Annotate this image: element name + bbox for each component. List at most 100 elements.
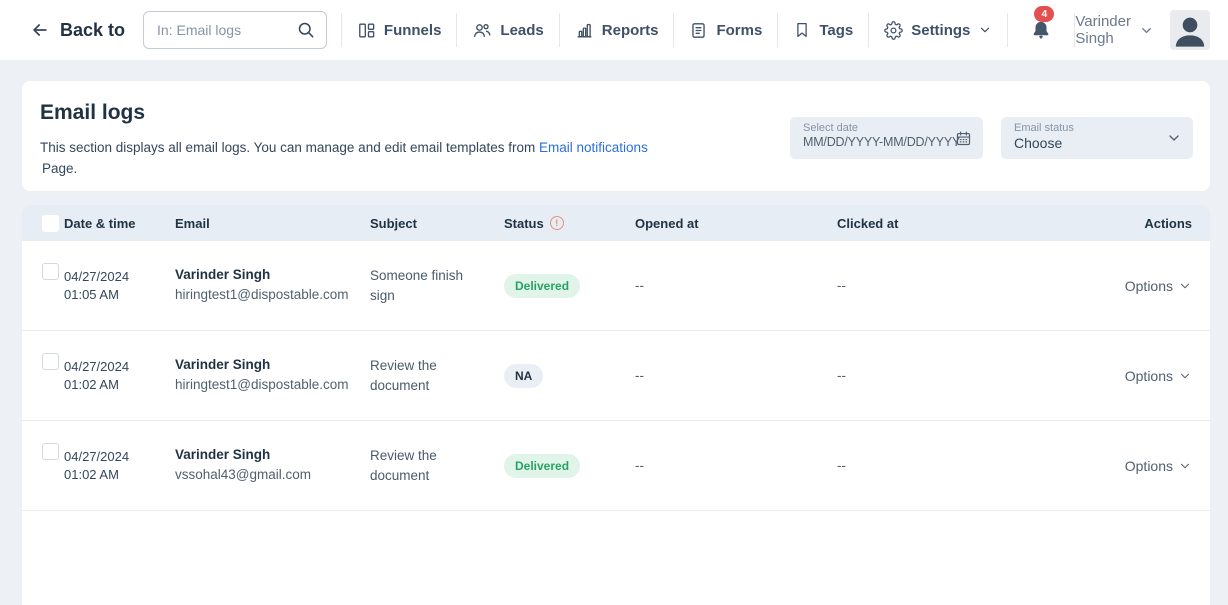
user-menu[interactable]: Varinder Singh [1075, 13, 1154, 47]
options-button[interactable]: Options [1112, 368, 1192, 384]
options-label: Options [1125, 278, 1173, 294]
status-badge: Delivered [504, 274, 580, 298]
sender-email: vssohal43@gmail.com [175, 467, 311, 482]
tags-icon [793, 21, 811, 39]
options-button[interactable]: Options [1112, 278, 1192, 294]
date-value: 04/27/2024 [64, 269, 129, 284]
table-row: 04/27/2024 01:02 AM Varinder Singh vssohal… [22, 421, 1210, 511]
arrow-left-icon [30, 20, 50, 40]
table-header-row: Date & time Email Subject Status! Opened… [22, 205, 1210, 241]
sender-name: Varinder Singh [175, 267, 370, 282]
row-checkbox[interactable] [42, 263, 59, 280]
column-header-opened: Opened at [635, 216, 837, 231]
nav-label: Tags [819, 22, 853, 39]
user-name: Varinder Singh [1075, 13, 1131, 47]
sender-name: Varinder Singh [175, 357, 370, 372]
row-checkbox[interactable] [42, 443, 59, 460]
cell-date-time: 04/27/2024 01:02 AM [64, 448, 136, 484]
status-badge: Delivered [504, 454, 580, 478]
time-value: 01:05 AM [64, 287, 119, 302]
search-icon[interactable] [296, 20, 316, 40]
date-value: 04/27/2024 [64, 449, 129, 464]
chevron-down-icon [1139, 23, 1154, 38]
cell-subject: Review the document [370, 356, 466, 396]
avatar[interactable] [1170, 10, 1210, 50]
forms-icon [689, 21, 708, 40]
email-logs-header-panel: Email logs This section displays all ema… [22, 81, 1210, 191]
notification-count-badge: 4 [1034, 6, 1054, 22]
email-logs-table: Date & time Email Subject Status! Opened… [22, 205, 1210, 605]
email-status-filter[interactable]: Email status Choose [1001, 117, 1193, 159]
nav-label: Settings [911, 22, 970, 39]
select-all-checkbox[interactable] [42, 215, 59, 232]
column-header-subject: Subject [370, 216, 504, 231]
cell-status: NA [504, 364, 635, 388]
info-icon[interactable]: ! [550, 216, 564, 230]
notifications-button[interactable]: 4 [1008, 18, 1074, 42]
time-value: 01:02 AM [64, 467, 119, 482]
table-row: 04/27/2024 01:02 AM Varinder Singh hiringt… [22, 331, 1210, 421]
cell-subject: Review the document [370, 446, 466, 486]
cell-email: Varinder Singh vssohal43@gmail.com [175, 447, 370, 484]
nav-label: Forms [716, 22, 762, 39]
date-filter-value: MM/DD/YYYY-MM/DD/YYYY [803, 135, 971, 149]
status-filter-value: Choose [1014, 135, 1181, 151]
nav-label: Leads [500, 22, 543, 39]
cell-status: Delivered [504, 454, 635, 478]
nav-item-tags[interactable]: Tags [778, 21, 868, 39]
funnels-icon [357, 21, 376, 40]
options-label: Options [1125, 368, 1173, 384]
settings-gear-icon [884, 21, 903, 40]
options-button[interactable]: Options [1112, 458, 1192, 474]
nav-item-funnels[interactable]: Funnels [342, 21, 457, 40]
options-label: Options [1125, 458, 1173, 474]
column-header-email: Email [175, 216, 370, 231]
chevron-down-icon [1166, 130, 1182, 146]
page-description: This section displays all email logs. Yo… [40, 137, 680, 179]
back-button[interactable]: Back to [30, 20, 125, 41]
chevron-down-icon [1178, 279, 1192, 293]
cell-opened-at: -- [635, 368, 837, 383]
cell-date-time: 04/27/2024 01:02 AM [64, 358, 136, 394]
nav-item-reports[interactable]: Reports [560, 21, 674, 40]
leads-icon [472, 20, 492, 40]
calendar-icon [955, 130, 972, 147]
chevron-down-icon [978, 23, 992, 37]
column-header-actions: Actions [1112, 216, 1192, 231]
nav-item-settings[interactable]: Settings [869, 21, 1007, 40]
cell-date-time: 04/27/2024 01:05 AM [64, 268, 136, 304]
main-nav: Funnels Leads Reports Forms [341, 0, 1076, 60]
description-text: Page. [40, 158, 680, 179]
cell-clicked-at: -- [837, 458, 1112, 473]
nav-item-leads[interactable]: Leads [457, 20, 558, 40]
status-header-label: Status [504, 216, 544, 231]
column-header-clicked: Clicked at [837, 216, 1112, 231]
back-label: Back to [60, 20, 125, 41]
sender-email: hiringtest1@dispostable.com [175, 377, 349, 392]
date-value: 04/27/2024 [64, 359, 129, 374]
time-value: 01:02 AM [64, 377, 119, 392]
nav-label: Funnels [384, 22, 442, 39]
cell-opened-at: -- [635, 278, 837, 293]
date-range-filter[interactable]: Select date MM/DD/YYYY-MM/DD/YYYY [790, 117, 983, 159]
cell-opened-at: -- [635, 458, 837, 473]
status-badge: NA [504, 364, 543, 388]
reports-icon [575, 21, 594, 40]
column-header-status: Status! [504, 216, 635, 231]
nav-label: Reports [602, 22, 659, 39]
cell-email: Varinder Singh hiringtest1@dispostable.co… [175, 357, 370, 394]
cell-clicked-at: -- [837, 368, 1112, 383]
chevron-down-icon [1178, 369, 1192, 383]
cell-subject: Someone finish sign [370, 266, 466, 306]
cell-clicked-at: -- [837, 278, 1112, 293]
nav-item-forms[interactable]: Forms [674, 21, 777, 40]
cell-status: Delivered [504, 274, 635, 298]
row-checkbox[interactable] [42, 353, 59, 370]
cell-email: Varinder Singhhiringtest1@dispostable.co… [175, 267, 370, 304]
sender-name: Varinder Singh [175, 447, 370, 462]
date-filter-label: Select date [803, 122, 971, 134]
column-header-date: Date & time [64, 216, 175, 231]
email-notifications-link[interactable]: Email notifications [539, 140, 648, 155]
table-row: 04/27/2024 01:05 AM Varinder Singhhiringt… [22, 241, 1210, 331]
status-filter-label: Email status [1014, 122, 1181, 134]
